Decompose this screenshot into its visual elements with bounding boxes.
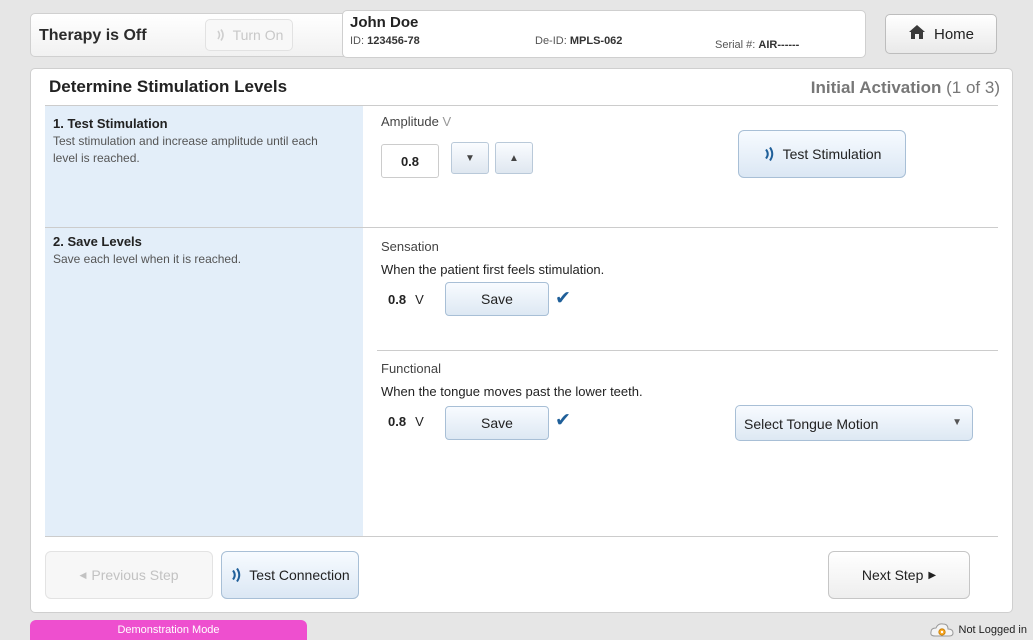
patient-deid: De-ID: MPLS-062	[535, 35, 623, 47]
tongue-motion-select[interactable]: Select Tongue Motion ▼	[735, 405, 973, 441]
checkmark-icon: ✔	[555, 288, 571, 309]
home-icon	[908, 24, 926, 44]
signal-wave-icon	[215, 28, 229, 42]
page-title: Determine Stimulation Levels	[49, 77, 288, 96]
previous-step-label: Previous Step	[91, 567, 179, 583]
previous-step-button[interactable]: ◀ Previous Step	[45, 551, 213, 599]
patient-id: ID: 123456-78	[350, 35, 420, 47]
demo-mode-badge: Demonstration Mode	[30, 620, 307, 640]
chevron-left-icon: ◀	[79, 569, 87, 580]
step2-title: 2. Save Levels	[53, 234, 142, 249]
activation-label: Initial Activation (1 of 3)	[810, 78, 1000, 97]
next-step-label: Next Step	[861, 567, 924, 583]
step2-description: Save each level when it is reached.	[53, 252, 242, 266]
functional-value: 0.8 V	[388, 414, 424, 429]
login-status[interactable]: Not Logged in	[929, 622, 1028, 638]
step1-description: Test stimulation and increase amplitude …	[53, 134, 318, 165]
turn-on-label: Turn On	[232, 27, 284, 43]
functional-description: When the tongue moves past the lower tee…	[381, 384, 643, 399]
patient-panel: John Doe ID: 123456-78 De-ID: MPLS-062 S…	[342, 10, 866, 58]
amplitude-up-button[interactable]: ▲	[495, 142, 533, 174]
top-bar: Therapy is Off Turn On John Doe ID: 1234…	[30, 10, 1010, 62]
amplitude-label: Amplitude V	[381, 114, 452, 129]
therapy-status: Therapy is Off	[39, 27, 147, 44]
functional-label: Functional	[381, 361, 441, 376]
test-connection-button[interactable]: Test Connection	[221, 551, 359, 599]
chevron-right-icon: ▶	[928, 569, 937, 581]
next-step-button[interactable]: Next Step ▶	[828, 551, 970, 599]
test-stimulation-label: Test Stimulation	[782, 146, 882, 162]
main-panel: Determine Stimulation Levels Initial Act…	[30, 68, 1013, 613]
signal-wave-icon	[230, 567, 244, 583]
turn-on-button[interactable]: Turn On	[205, 19, 293, 51]
footer-divider	[45, 536, 998, 537]
step1-title: 1. Test Stimulation	[53, 116, 168, 131]
signal-wave-icon	[763, 146, 777, 162]
patient-name: John Doe	[350, 14, 419, 31]
amplitude-value: 0.8	[381, 144, 439, 178]
save-sensation-button[interactable]: Save	[445, 282, 549, 316]
cloud-icon	[929, 622, 955, 638]
sensation-value: 0.8 V	[388, 292, 424, 307]
amplitude-down-button[interactable]: ▼	[451, 142, 489, 174]
checkmark-icon: ✔	[555, 410, 571, 431]
sensation-description: When the patient first feels stimulation…	[381, 262, 605, 277]
chevron-down-icon: ▼	[952, 417, 962, 428]
sensation-label: Sensation	[381, 239, 439, 254]
save-functional-button[interactable]: Save	[445, 406, 549, 440]
home-button[interactable]: Home	[885, 14, 997, 54]
level-divider	[377, 350, 998, 351]
steps-column: 1. Test Stimulation Test stimulation and…	[45, 106, 363, 536]
patient-serial: Serial #: AIR------	[715, 39, 800, 51]
test-connection-label: Test Connection	[249, 567, 350, 583]
tongue-motion-select-label: Select Tongue Motion	[744, 416, 879, 432]
step-divider	[45, 227, 998, 228]
test-stimulation-button[interactable]: Test Stimulation	[738, 130, 906, 178]
therapy-panel: Therapy is Off Turn On	[30, 13, 350, 57]
login-status-label: Not Logged in	[958, 624, 1028, 636]
home-label: Home	[933, 25, 974, 43]
